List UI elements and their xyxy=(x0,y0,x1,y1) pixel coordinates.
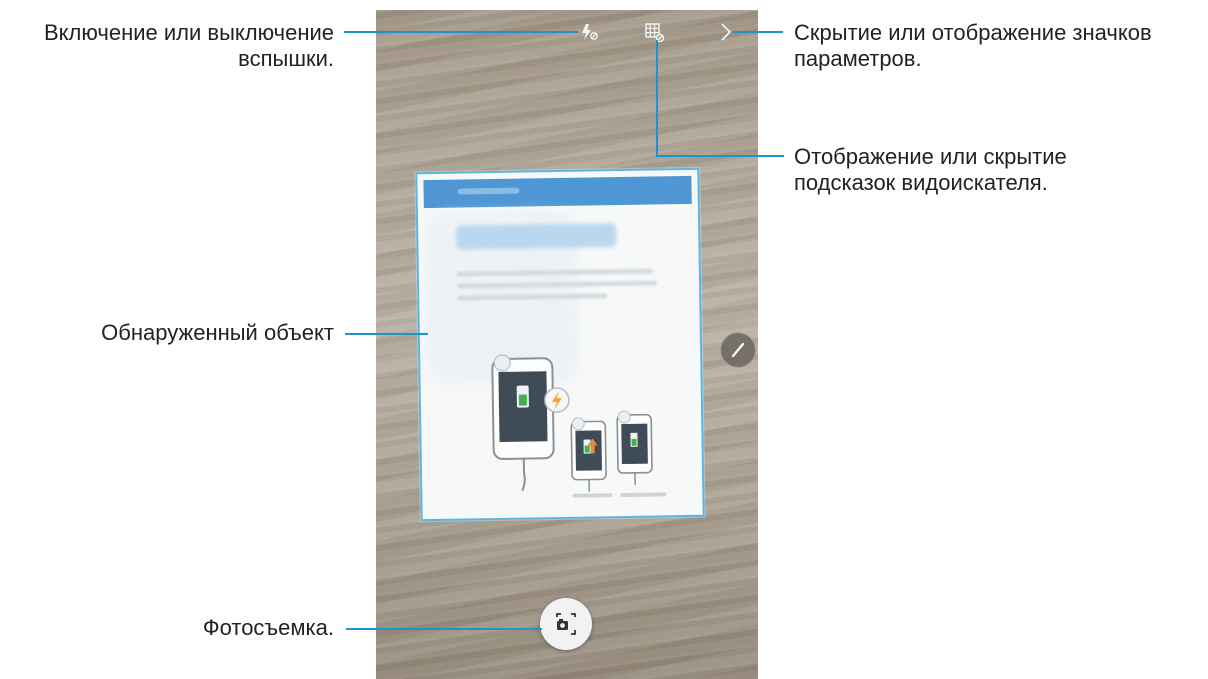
camera-icon xyxy=(556,613,576,635)
detected-callout-label: Обнаруженный объект xyxy=(101,320,334,345)
guides-callout-line-horizontal xyxy=(656,155,784,157)
capture-button[interactable] xyxy=(540,598,592,650)
camera-viewfinder xyxy=(376,10,758,679)
guides-callout-line-vertical xyxy=(656,40,658,156)
pen-button[interactable] xyxy=(720,332,756,368)
guides-callout-label: Отображение или скрытие подсказок видоис… xyxy=(794,144,1067,195)
settings-callout-line xyxy=(733,31,783,33)
flash-callout-label: Включение или выключение вспышки. xyxy=(43,20,334,71)
chevron-right-icon[interactable] xyxy=(719,22,733,42)
flash-off-icon[interactable] xyxy=(579,22,599,42)
detected-document xyxy=(415,167,705,522)
settings-callout-label: Скрытие или отображение значков параметр… xyxy=(794,20,1152,71)
charging-illustration xyxy=(491,354,653,492)
detected-callout-line xyxy=(345,333,428,335)
guide-grid-icon[interactable] xyxy=(644,22,666,44)
capture-callout-label: Фотосъемка. xyxy=(202,615,334,640)
capture-callout-line xyxy=(346,628,542,630)
pen-icon xyxy=(731,342,745,358)
flash-callout-line xyxy=(344,31,578,33)
